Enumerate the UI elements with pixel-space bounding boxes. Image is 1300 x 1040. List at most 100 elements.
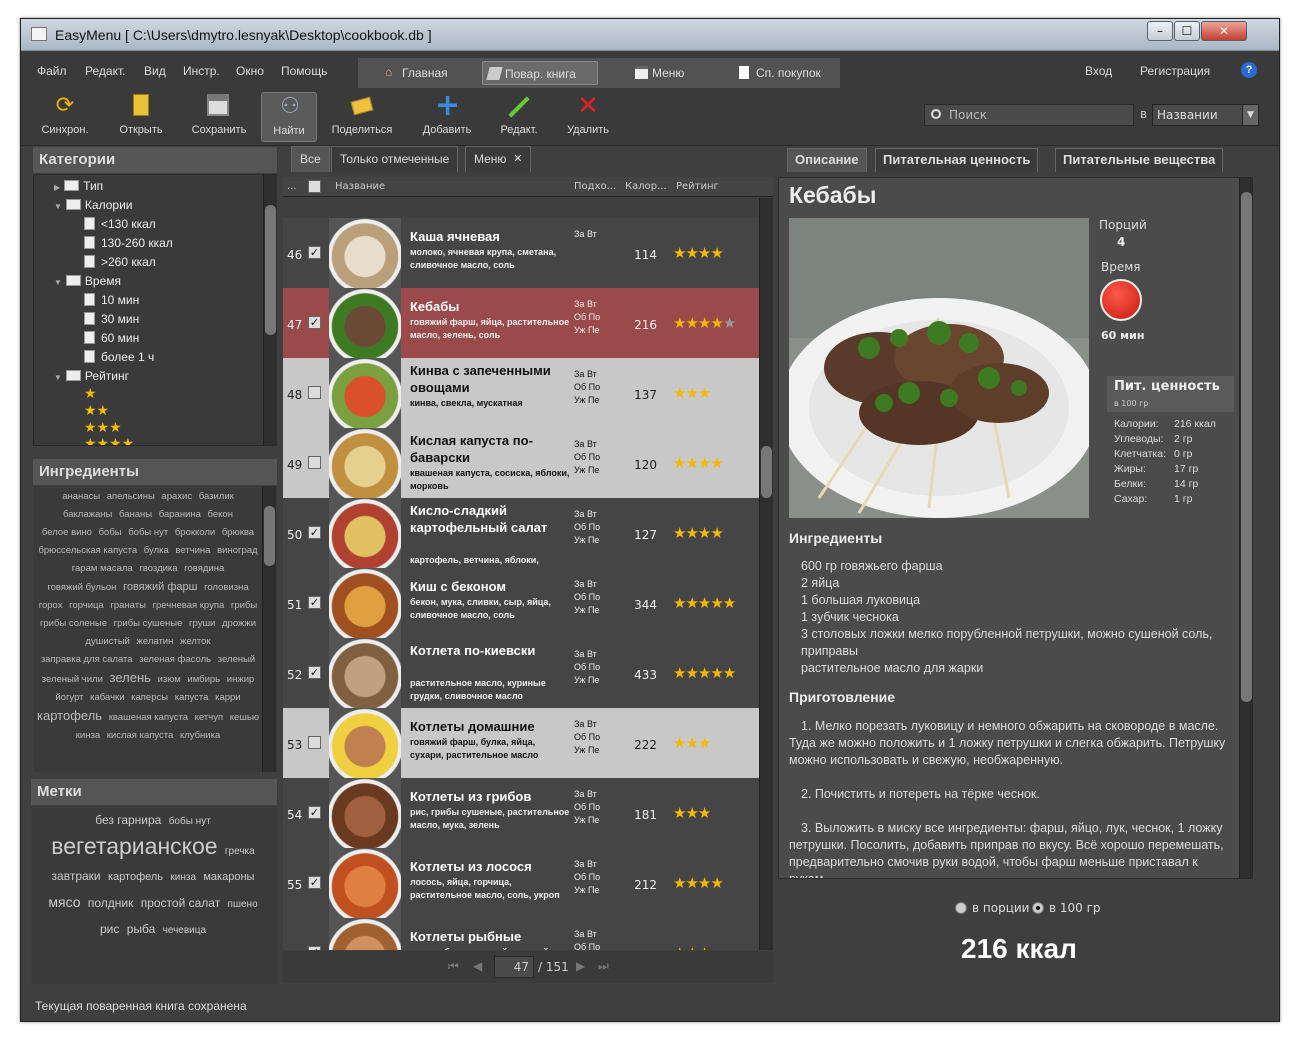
ingredient-tag[interactable]: зеленый чили xyxy=(42,674,103,685)
ingredient-tag[interactable]: бекон xyxy=(208,509,233,520)
col-calories[interactable]: Калор... xyxy=(625,181,667,192)
ingredient-tag[interactable]: апельсины xyxy=(107,491,155,502)
tab-cookbook[interactable]: Повар. книга xyxy=(482,61,598,85)
ingredient-tag[interactable]: инжир xyxy=(227,674,255,685)
tag[interactable]: завтраки xyxy=(52,869,101,883)
close-window-button[interactable]: ✕ xyxy=(1201,21,1247,41)
ingredient-tag[interactable]: желатин xyxy=(137,636,174,647)
tree-item-cal-260[interactable]: >260 ккал xyxy=(84,255,156,269)
tree-item-rating[interactable]: ▼ Рейтинг xyxy=(54,369,129,383)
tag[interactable]: рис xyxy=(100,922,119,936)
ingredient-tag[interactable]: горчица xyxy=(69,600,104,611)
ingredient-tag[interactable]: заправка для салата xyxy=(41,654,133,665)
ingredient-tag[interactable]: каперсы xyxy=(131,692,168,703)
ingredient-tag[interactable]: гречневая крупа xyxy=(153,600,225,611)
ingredient-tag[interactable]: базилик xyxy=(199,491,234,502)
menu-tools[interactable]: Инстр. xyxy=(183,64,220,78)
ingredient-tag[interactable]: говяжий бульон xyxy=(47,582,116,593)
tree-item-cal-130[interactable]: <130 ккал xyxy=(84,217,156,231)
tab-nutrients[interactable]: Питательные вещества xyxy=(1055,148,1224,172)
tree-item-cal-130-260[interactable]: 130-260 ккал xyxy=(84,236,173,250)
ingredient-tag[interactable]: квашеная капуста xyxy=(109,712,188,723)
tab-nutrition-value[interactable]: Питательная ценность xyxy=(875,148,1039,172)
ingredient-tag[interactable]: ананасы xyxy=(62,491,100,502)
row-checkbox[interactable]: ✓ xyxy=(308,876,321,889)
ingredient-tag[interactable]: изюм xyxy=(158,674,181,685)
row-checkbox[interactable]: ✓ xyxy=(308,806,321,819)
scroll-thumb[interactable] xyxy=(761,446,772,498)
menu-window[interactable]: Окно xyxy=(236,64,264,78)
recipe-row[interactable]: 51 ✓ Киш с беконом бекон, мука, сливки, сыр… xyxy=(283,568,759,638)
recipe-row[interactable]: 47 ✓ Кебабы говяжий фарш, яйца, растительно… xyxy=(283,288,759,358)
tag[interactable]: гречка xyxy=(225,846,255,857)
tree-item-2star[interactable]: ★★ xyxy=(84,402,109,419)
row-checkbox[interactable] xyxy=(308,456,321,469)
scroll-thumb[interactable] xyxy=(264,506,275,566)
ingredient-tag[interactable]: кетчуп xyxy=(195,712,223,723)
tag[interactable]: чечевица xyxy=(163,925,206,936)
find-button[interactable]: ⚇ Найти xyxy=(261,92,317,142)
ingredient-tag[interactable]: булка xyxy=(144,545,169,556)
menu-view[interactable]: Вид xyxy=(144,64,166,78)
page-input[interactable]: 47 xyxy=(494,956,534,978)
ingredient-tag[interactable]: зеленая фасоль xyxy=(139,654,211,665)
tag[interactable]: рыба xyxy=(127,922,156,936)
ingredient-tag[interactable]: имбирь xyxy=(187,674,220,685)
ingredient-tag[interactable]: грибы соленые xyxy=(40,618,107,629)
ingredient-tag[interactable]: картофель xyxy=(37,708,102,723)
ingredient-tag[interactable]: гранаты xyxy=(110,600,146,611)
ingredients-scrollbar[interactable] xyxy=(262,486,276,772)
ingredient-tag[interactable]: грибы xyxy=(231,600,257,611)
ingredient-tag[interactable]: кинза xyxy=(76,730,100,741)
row-checkbox[interactable]: ✓ xyxy=(308,316,321,329)
ingredient-tag[interactable]: горох xyxy=(39,600,63,611)
tree-item-1h[interactable]: более 1 ч xyxy=(84,350,154,364)
tag[interactable]: пшено xyxy=(228,899,258,910)
tree-item-3star[interactable]: ★★★ xyxy=(84,419,122,436)
login-link[interactable]: Вход xyxy=(1085,64,1112,78)
tag[interactable]: кинза xyxy=(170,872,196,883)
ingredient-tag[interactable]: брюссельская капуста xyxy=(38,545,137,556)
list-scrollbar[interactable] xyxy=(759,198,773,950)
last-page-icon[interactable]: ⏭ xyxy=(598,959,609,974)
ingredient-tag[interactable]: зеленый xyxy=(218,654,255,665)
tree-item-1star[interactable]: ★ xyxy=(84,385,97,402)
row-checkbox[interactable]: ✓ xyxy=(308,246,321,259)
ingredient-tag[interactable]: виноград xyxy=(217,545,257,556)
sync-button[interactable]: ⟳ Синхрон. xyxy=(37,92,93,142)
recipe-row[interactable]: 55 ✓ Котлеты из лосося лосось, яйца, горчиц… xyxy=(283,848,759,918)
recipe-row[interactable]: 54 ✓ Котлеты из грибов рис, грибы сушеные, … xyxy=(283,778,759,848)
ingredient-tag[interactable]: груши xyxy=(189,618,215,629)
menu-file[interactable]: Файл xyxy=(37,64,67,78)
col-rating[interactable]: Рейтинг xyxy=(676,181,719,192)
tab-home[interactable]: ⌂ Главная xyxy=(380,61,448,85)
ingredient-tag[interactable]: клубника xyxy=(180,730,220,741)
register-link[interactable]: Регистрация xyxy=(1140,64,1210,78)
recipe-row[interactable]: 52 ✓ Котлета по-киевски растительное масло,… xyxy=(283,638,759,708)
ingredient-tag[interactable]: грибы сушеные xyxy=(114,618,183,629)
tag[interactable]: картофель xyxy=(108,871,163,883)
radio-per-portion[interactable]: в порции xyxy=(955,901,1029,915)
ingredient-tag[interactable]: желток xyxy=(180,636,211,647)
tab-menu[interactable]: Меню xyxy=(630,61,684,85)
detail-scrollbar[interactable] xyxy=(1239,178,1252,878)
list-tab-marked[interactable]: Только отмеченные xyxy=(331,146,459,172)
tree-item-type[interactable]: ▶ Тип xyxy=(54,179,103,193)
scroll-thumb[interactable] xyxy=(265,205,276,335)
recipe-row[interactable]: 50 ✓ Кисло-сладкий картофельный салат карто… xyxy=(283,498,759,578)
list-tab-all[interactable]: Все xyxy=(291,146,330,172)
tag[interactable]: мясо xyxy=(48,894,80,910)
tab-shopping[interactable]: Сп. покупок xyxy=(734,61,821,85)
row-checkbox[interactable]: ✓ xyxy=(308,946,321,950)
save-button[interactable]: Сохранить xyxy=(191,92,247,142)
ingredient-tag[interactable]: арахис xyxy=(161,491,192,502)
radio-per-100g[interactable]: в 100 гр xyxy=(1032,901,1101,915)
add-button[interactable]: + Добавить xyxy=(419,91,475,142)
tree-item-60min[interactable]: 60 мин xyxy=(84,331,139,345)
col-name[interactable]: Название xyxy=(335,181,385,192)
ingredient-tag[interactable]: зелень xyxy=(110,670,151,685)
ingredient-tag[interactable]: карри xyxy=(215,692,241,703)
list-tab-menu[interactable]: Меню ✕ xyxy=(465,146,532,172)
tree-item-time[interactable]: ▼ Время xyxy=(54,274,121,288)
tag[interactable]: макароны xyxy=(203,871,254,883)
